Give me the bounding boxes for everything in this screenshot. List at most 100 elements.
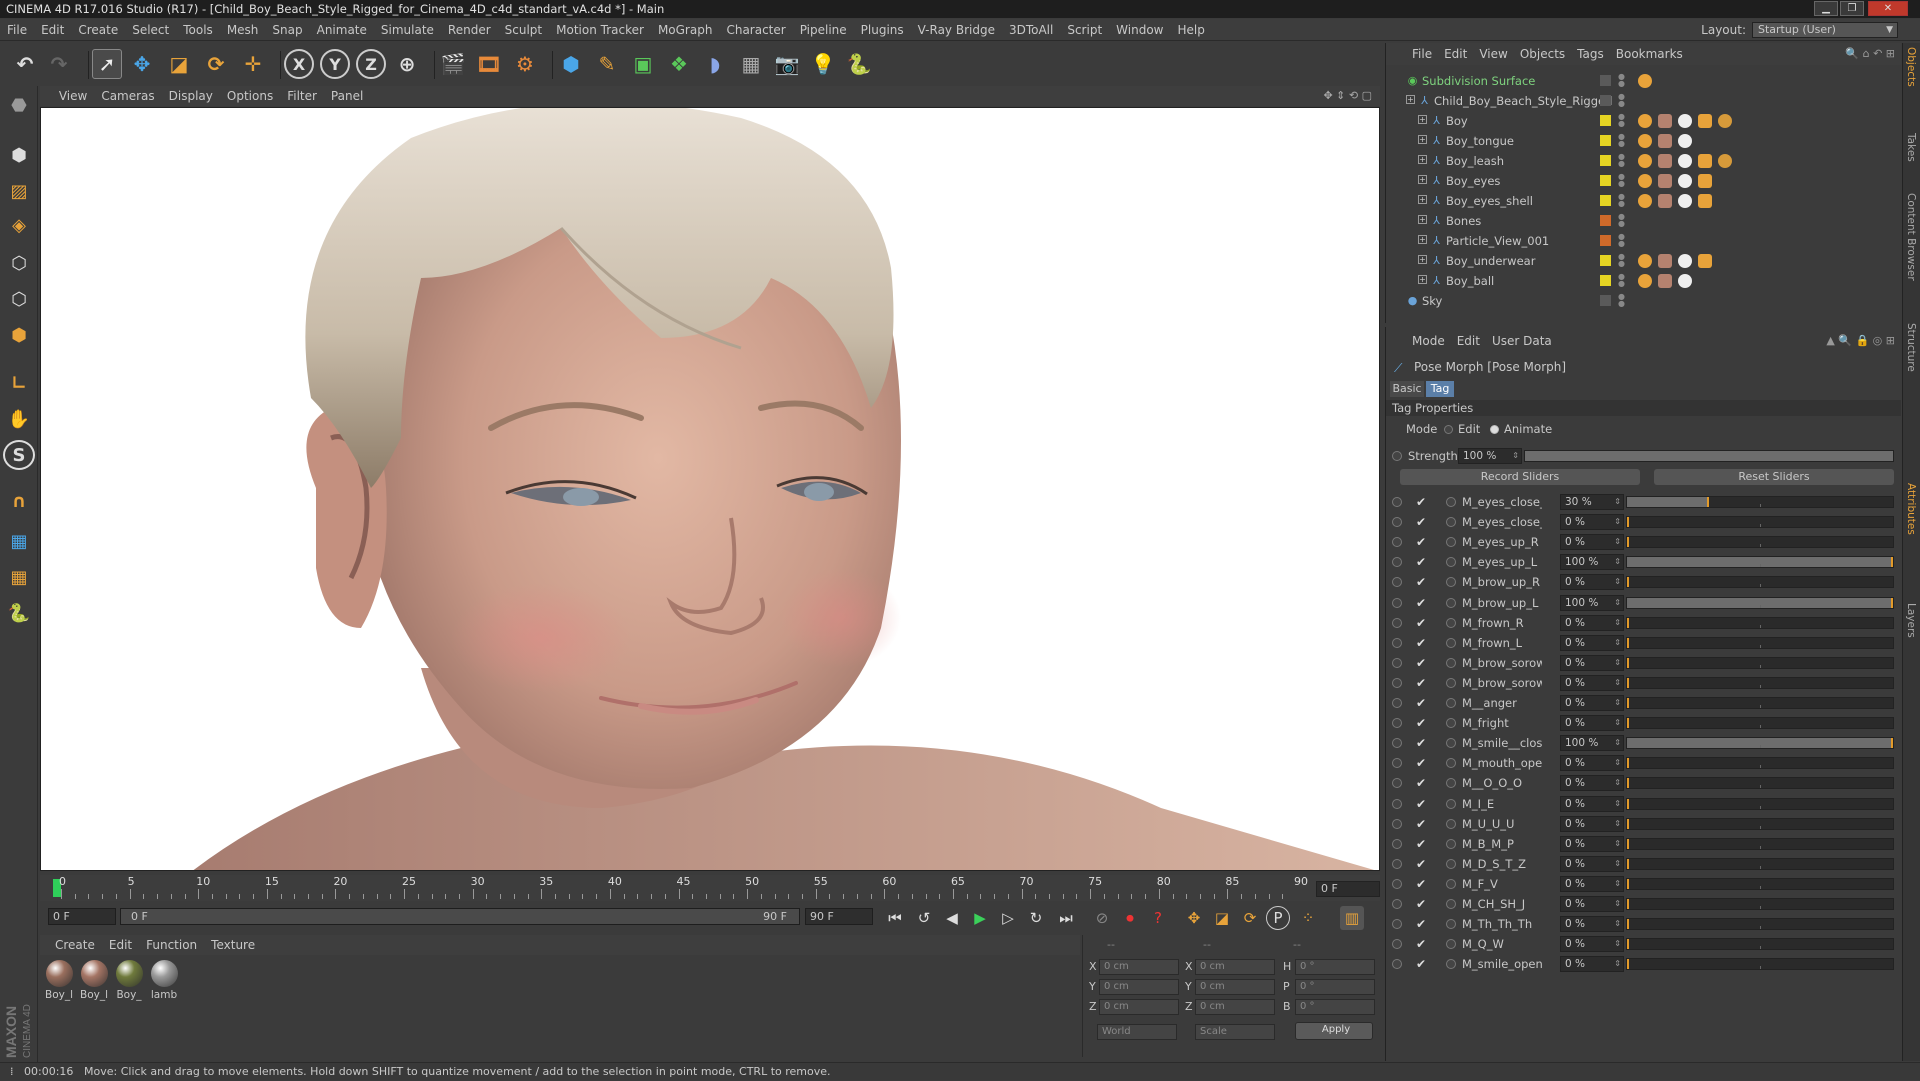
undo-icon[interactable]: ↶ (10, 49, 40, 79)
morph-anim-icon[interactable] (1392, 919, 1402, 930)
material-item[interactable]: Boy_l (79, 960, 109, 1001)
object-row[interactable]: + ⅄ Boy_leash ● ● (1386, 151, 1901, 171)
stepper-icon[interactable]: ⇕ (1614, 917, 1621, 931)
morph-value-field[interactable]: 0 % ⇕ (1560, 815, 1624, 832)
stepper-icon[interactable]: ⇕ (1614, 877, 1621, 891)
maximize-icon[interactable]: ❐ (1840, 1, 1864, 16)
key-point-level-icon[interactable]: ⁘ (1296, 906, 1320, 930)
morph-anim-icon[interactable] (1392, 537, 1402, 548)
stepper-icon[interactable]: ⇕ (1614, 937, 1621, 951)
tag-icon[interactable] (1658, 114, 1672, 128)
tag-icon[interactable] (1658, 194, 1672, 208)
morph-slider-handle[interactable] (1627, 818, 1629, 829)
object-menu-bookmarks[interactable]: Bookmarks (1610, 43, 1689, 65)
layer-color-swatch[interactable] (1600, 295, 1611, 306)
morph-value-field[interactable]: 0 % ⇕ (1560, 795, 1624, 812)
camera-icon[interactable]: 📷 (772, 49, 802, 79)
object-row[interactable]: + ⅄ Boy_eyes_shell ● ● (1386, 191, 1901, 211)
visibility-dots[interactable]: ● ● (1618, 253, 1625, 268)
morph-enable-checkbox[interactable]: ✔ (1416, 733, 1426, 753)
morph-slider[interactable] (1626, 797, 1894, 810)
frame-range-slider[interactable]: 0 F 90 F (120, 908, 800, 925)
morph-anim-icon[interactable] (1392, 798, 1402, 809)
visibility-dots[interactable]: ● ● (1618, 173, 1625, 188)
tag-icon[interactable] (1698, 254, 1712, 268)
morph-value-field[interactable]: 0 % ⇕ (1560, 875, 1624, 892)
morph-slider-handle[interactable] (1627, 577, 1629, 588)
object-menu-objects[interactable]: Objects (1514, 43, 1571, 65)
morph-anim-icon[interactable] (1392, 517, 1402, 528)
morph-enable-checkbox[interactable]: ✔ (1416, 753, 1426, 773)
coord-size-field[interactable]: 0 cm (1195, 979, 1275, 995)
stepper-icon[interactable]: ⇕ (1614, 776, 1621, 790)
stepper-icon[interactable]: ⇕ (1614, 797, 1621, 811)
auto-keying-icon[interactable]: ⏺ (1118, 906, 1142, 930)
morph-slider-handle[interactable] (1627, 677, 1629, 688)
morph-slider-handle[interactable] (1627, 758, 1629, 769)
workplane-mode-icon[interactable]: ◈ (3, 210, 35, 240)
strength-field[interactable]: 100 % ⇕ (1458, 448, 1522, 464)
record-keyframe-icon[interactable]: ⊘ (1090, 906, 1114, 930)
stepper-icon[interactable]: ⇕ (1614, 736, 1621, 750)
z-axis-lock-icon[interactable]: Z (356, 49, 386, 79)
morph-value-field[interactable]: 0 % ⇕ (1560, 634, 1624, 651)
morph-value-field[interactable]: 0 % ⇕ (1560, 936, 1624, 953)
y-axis-lock-icon[interactable]: Y (320, 49, 350, 79)
go-to-start-icon[interactable]: ⏮ (883, 906, 907, 930)
tag-icon[interactable] (1638, 74, 1652, 88)
go-to-end-icon[interactable]: ⏭ (1054, 906, 1078, 930)
morph-enable-checkbox[interactable]: ✔ (1416, 934, 1426, 954)
morph-enable-checkbox[interactable]: ✔ (1416, 532, 1426, 552)
menu-tools[interactable]: Tools (176, 19, 220, 41)
morph-enable-checkbox[interactable]: ✔ (1416, 552, 1426, 572)
attribute-nav-icons[interactable]: ▲ 🔍 🔒 ◎ ⊞ (1826, 331, 1895, 351)
stepper-icon[interactable]: ⇕ (1614, 696, 1621, 710)
morph-enable-checkbox[interactable]: ✔ (1416, 572, 1426, 592)
morph-enable-checkbox[interactable]: ✔ (1416, 492, 1426, 512)
tag-icon[interactable] (1678, 114, 1692, 128)
tag-icon[interactable] (1678, 154, 1692, 168)
keyframe-selection-icon[interactable]: ? (1146, 906, 1170, 930)
morph-value-field[interactable]: 0 % ⇕ (1560, 654, 1624, 671)
viewport-menu-filter[interactable]: Filter (280, 86, 324, 106)
stepper-icon[interactable]: ⇕ (1614, 535, 1621, 549)
menu-plugins[interactable]: Plugins (854, 19, 911, 41)
morph-slider[interactable] (1626, 636, 1894, 649)
tab-tag[interactable]: Tag (1426, 381, 1454, 397)
points-mode-icon[interactable]: ⬡ (3, 248, 35, 278)
expand-icon[interactable]: + (1418, 115, 1427, 124)
morph-key-icon[interactable] (1446, 758, 1456, 769)
visibility-dots[interactable]: ● ● (1618, 133, 1625, 148)
morph-anim-icon[interactable] (1392, 637, 1402, 648)
material-item[interactable]: lamb (149, 960, 179, 1001)
morph-value-field[interactable]: 0 % ⇕ (1560, 534, 1624, 551)
morph-anim-icon[interactable] (1392, 939, 1402, 950)
morph-enable-checkbox[interactable]: ✔ (1416, 613, 1426, 633)
morph-slider-handle[interactable] (1627, 899, 1629, 909)
morph-anim-icon[interactable] (1392, 738, 1402, 749)
tag-icon[interactable] (1678, 174, 1692, 188)
menu-help[interactable]: Help (1170, 19, 1211, 41)
menu-character[interactable]: Character (719, 19, 792, 41)
object-menu-view[interactable]: View (1473, 43, 1513, 65)
morph-enable-checkbox[interactable]: ✔ (1416, 653, 1426, 673)
axis-mode-icon[interactable]: ∟ (3, 368, 35, 398)
render-settings-icon[interactable]: ⚙ (510, 49, 540, 79)
morph-enable-checkbox[interactable]: ✔ (1416, 834, 1426, 854)
morph-key-icon[interactable] (1446, 698, 1456, 708)
morph-anim-icon[interactable] (1392, 657, 1402, 668)
morph-anim-icon[interactable] (1392, 718, 1402, 729)
transform-tool-icon[interactable]: ✛ (238, 49, 268, 79)
morph-value-field[interactable]: 100 % ⇕ (1560, 594, 1624, 611)
magnet-icon[interactable]: ∩ (3, 486, 35, 516)
morph-slider[interactable] (1626, 536, 1894, 549)
material-item[interactable]: Boy_l (44, 960, 74, 1001)
live-selection-icon[interactable]: ➚ (92, 49, 122, 79)
stepper-icon[interactable]: ⇕ (1614, 616, 1621, 630)
side-tab-content-browser[interactable]: Content Browser (1905, 193, 1917, 281)
frame-ruler[interactable]: 0 5 10 15 20 25 30 35 40 45 50 55 60 65 70 75 80 85 90 (53, 875, 1308, 901)
morph-value-field[interactable]: 0 % ⇕ (1560, 755, 1624, 772)
object-row[interactable]: + ⅄ Bones ● ● (1386, 211, 1901, 231)
morph-key-icon[interactable] (1446, 557, 1456, 568)
3d-viewport[interactable] (40, 107, 1380, 871)
